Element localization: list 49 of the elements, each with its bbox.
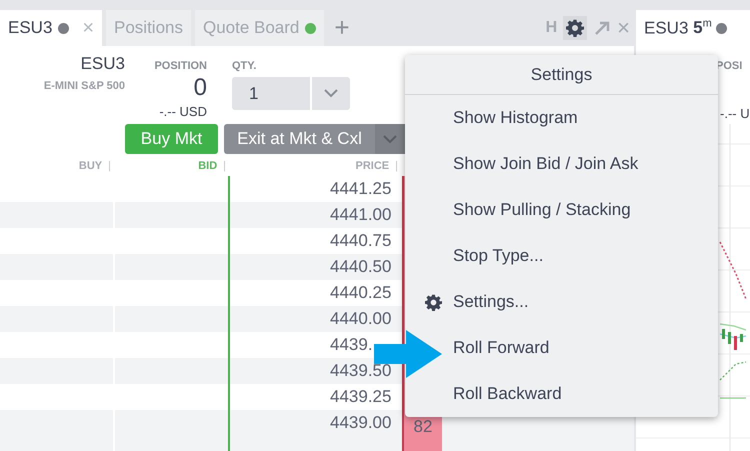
chevron-icon [324,89,338,98]
column-divider: | [108,160,111,172]
settings-icon [425,294,442,310]
chart-line [720,361,746,380]
column-divider: | [395,160,398,172]
menu-item[interactable]: Show Pulling / Stacking [449,187,713,233]
column-header: PRICE [356,160,390,172]
tab[interactable]: ESU3 × [0,10,102,46]
column-header: BUY [78,160,102,172]
popout-icon[interactable] [593,19,612,37]
qty-label: QTY. [232,60,258,72]
chart-line [720,333,746,339]
price-cell-text: 4440.25 [329,282,392,304]
menu-item[interactable]: Roll Backward [449,371,713,417]
price-cell-text: 4441.25 [329,178,392,200]
price-cell-text: 4440.75 [329,230,392,252]
price-cell-text: 4440.50 [329,256,392,278]
menu-item[interactable]: Stop Type... [449,233,713,279]
settings-icon [566,19,584,37]
qty-field[interactable]: 1 [232,77,350,110]
candlestick [728,332,731,344]
pnl-value: -.-- U [720,106,750,121]
price-cell-text: 4439.50 [329,360,392,382]
chevron-icon [383,134,397,144]
price-cell-text: 4439. [329,334,374,356]
chart-line [719,242,747,300]
position-label: POSITION [154,60,207,72]
position-value: 0 [194,74,207,102]
candlestick [722,329,725,339]
candlestick [734,336,737,350]
column-divider: | [223,160,226,172]
pnl-value: -.-- USD [159,104,207,119]
instrument-name: E-MINI S&P 500 [44,80,125,92]
price-cell-text: 4440.00 [329,308,392,330]
price-cell-text: 4441.00 [329,204,392,226]
symbol-label: ESU3 [80,54,125,74]
settings-button[interactable] [563,16,588,40]
menu-item[interactable]: Show Join Bid / Join Ask [449,141,713,187]
chart-line [720,323,746,331]
column-header: BID [198,160,218,172]
dropdown-button[interactable] [375,124,405,154]
menu-title: Settings [405,55,718,95]
menu-item[interactable]: Show Histogram [449,95,713,141]
status-dot [716,22,727,34]
price-cell-text: 4439.25 [329,386,392,408]
menu-item[interactable]: Roll Forward [449,325,713,371]
price-cell-text: 4439.00 [329,412,392,434]
menu-item[interactable]: Settings... [425,279,709,325]
candlestick [740,334,743,342]
